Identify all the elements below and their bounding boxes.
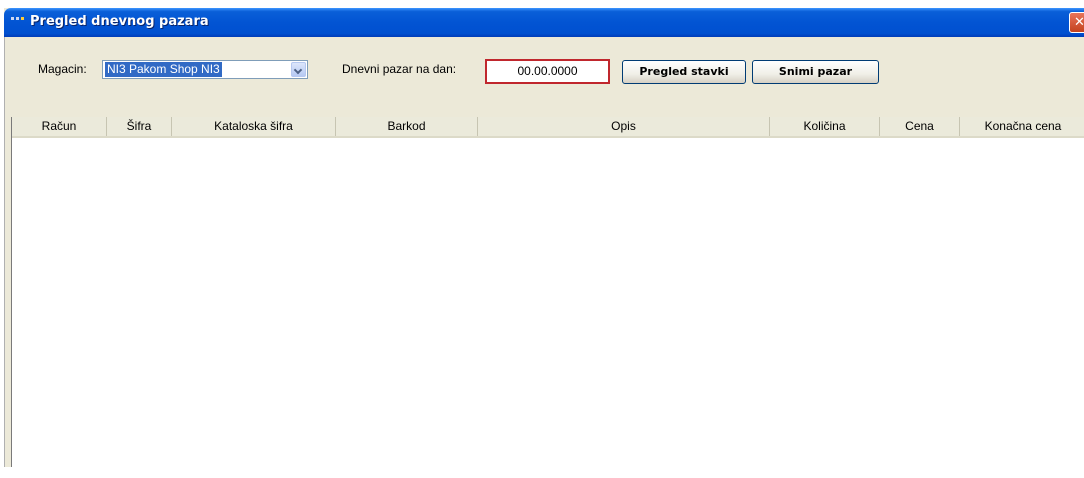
cropped-top-text <box>0 0 1084 8</box>
window-title: Pregled dnevnog pazara <box>30 14 209 29</box>
column-header-opis[interactable]: Opis <box>478 117 770 136</box>
view-items-button[interactable]: Pregled stavki <box>622 60 746 84</box>
header-divider <box>12 136 1084 138</box>
window-client-area: Magacin: NI3 Pakom Shop NI3 Dnevni pazar… <box>4 37 1084 478</box>
column-header-kolicina[interactable]: Količina <box>770 117 880 136</box>
daily-revenue-window: Pregled dnevnog pazara ✕ Magacin: NI3 Pa… <box>4 8 1084 478</box>
items-table[interactable]: Račun Šifra Kataloska šifra Barkod Opis … <box>11 117 1084 478</box>
date-input[interactable]: 00.00.0000 <box>485 59 610 84</box>
column-header-sifra[interactable]: Šifra <box>107 117 172 136</box>
bottom-edge <box>0 467 1084 478</box>
title-bar[interactable]: Pregled dnevnog pazara ✕ <box>4 8 1084 37</box>
chevron-down-icon[interactable] <box>291 62 306 77</box>
magacin-label: Magacin: <box>38 62 87 76</box>
column-header-barkod[interactable]: Barkod <box>336 117 478 136</box>
magacin-select[interactable]: NI3 Pakom Shop NI3 <box>102 60 308 79</box>
window-menu-icon[interactable] <box>11 17 29 25</box>
column-header-cena[interactable]: Cena <box>880 117 960 136</box>
column-header-kataloska-sifra[interactable]: Kataloska šifra <box>172 117 336 136</box>
save-revenue-button[interactable]: Snimi pazar <box>752 60 879 84</box>
date-label: Dnevni pazar na dan: <box>342 62 457 76</box>
table-header: Račun Šifra Kataloska šifra Barkod Opis … <box>12 117 1084 138</box>
close-button[interactable]: ✕ <box>1069 12 1084 33</box>
magacin-selected-value: NI3 Pakom Shop NI3 <box>105 62 222 77</box>
column-header-konacna-cena[interactable]: Konačna cena <box>960 117 1084 136</box>
column-header-racun[interactable]: Račun <box>12 117 107 136</box>
